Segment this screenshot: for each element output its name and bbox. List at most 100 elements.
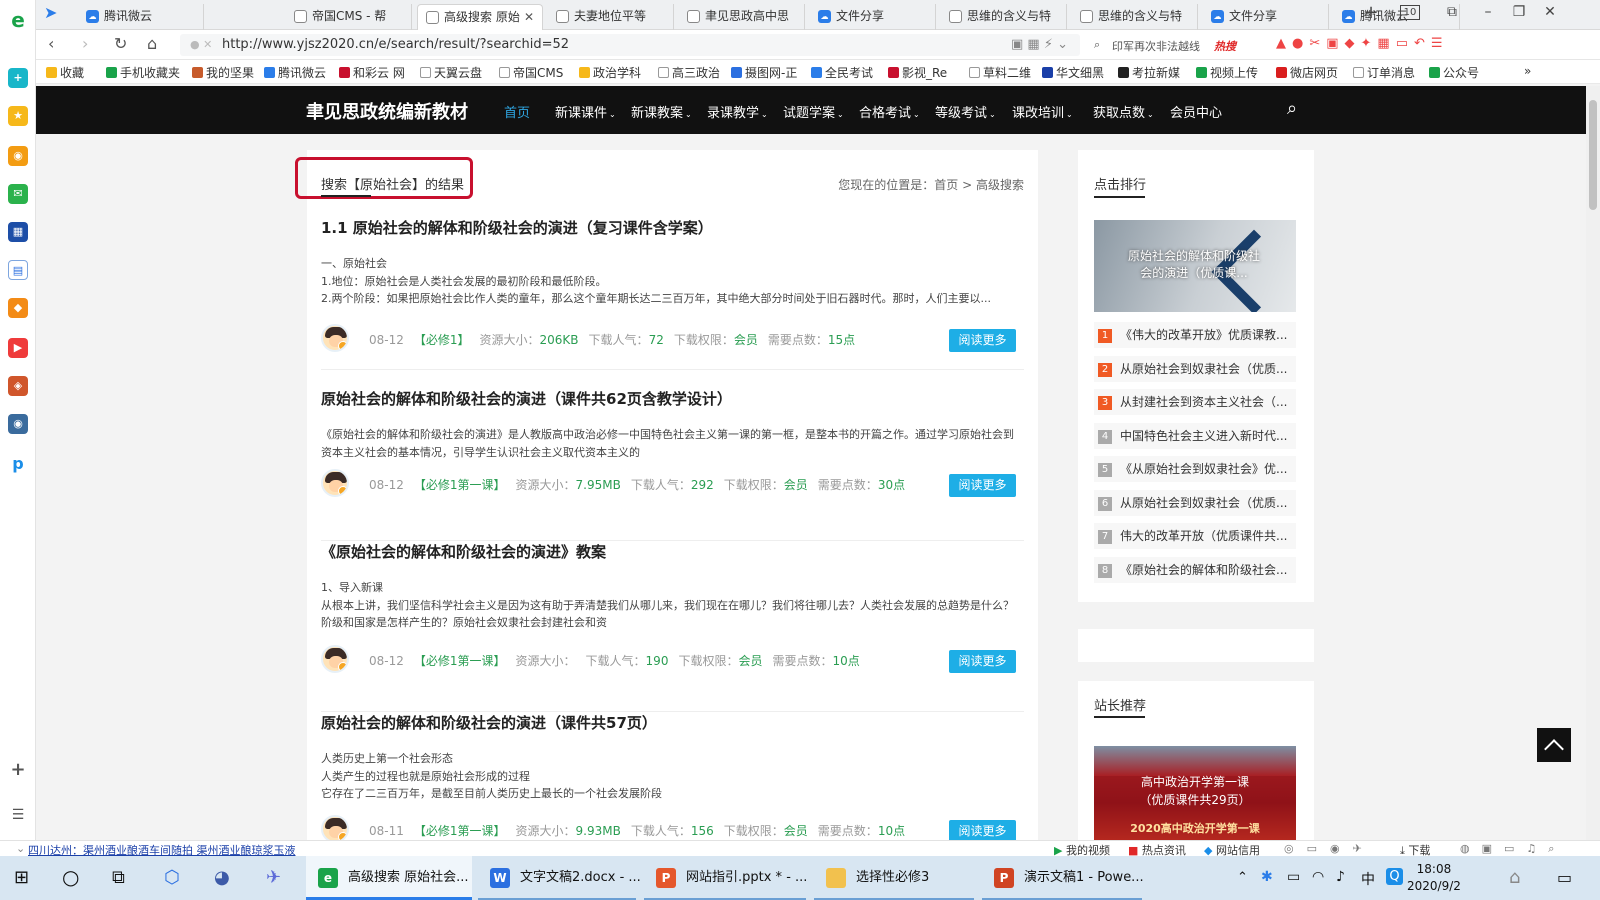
tray-bluetooth-icon[interactable]: ✱ [1261,869,1273,885]
notification-icon[interactable]: ▭ [1557,868,1572,887]
url-tools-icon[interactable]: ▣ ▦ ⚡ ⌄ [1011,34,1068,56]
breadcrumb-current[interactable]: 高级搜索 [976,178,1024,192]
recommend-thumbnail[interactable]: 高中政治开学第一课 （优质课件共29页） 2020高中政治开学第一课 [1094,746,1296,841]
back-icon[interactable]: ‹ [48,34,54,53]
back-to-top-button[interactable] [1537,728,1571,762]
taskbar-app-qq-icon[interactable]: ◕ [214,867,230,888]
rail-shop-icon[interactable]: ◆ [8,298,28,318]
rail-star-icon[interactable]: ★ [8,106,28,126]
rail-weibo-icon[interactable]: ◉ [8,146,28,166]
rank-item[interactable]: 3 从封建社会到资本主义社会（... [1094,389,1296,415]
bookmark-item[interactable]: 天翼云盘 [420,64,482,81]
status-tool-icons[interactable]: ◎▭◉✈ [1284,842,1375,855]
browser-tab[interactable]: 思维的含义与特 [1072,4,1198,30]
rail-news-icon[interactable]: ▦ [8,222,28,242]
browser-tab[interactable]: ☁ 腾讯微云 [78,4,204,30]
nav-item[interactable]: 首页 [504,102,530,121]
bookmark-item[interactable]: 收藏 [46,64,84,81]
tab-count-badge[interactable]: 10 [1400,5,1420,20]
home-icon[interactable]: ⌂ [147,34,157,53]
tray-expand-icon[interactable]: ⌃ [1237,870,1248,885]
tray-wifi-icon[interactable]: ◠ [1312,869,1324,885]
bookmark-item[interactable]: 考拉新媒 [1118,64,1180,81]
tray-ime-label[interactable]: 中 [1361,869,1375,889]
result-tag[interactable]: 【必修1第一课】 [414,478,506,492]
rail-p-icon[interactable]: p [8,454,28,474]
rank-item[interactable]: 7 伟大的改革开放（优质课件共... [1094,523,1296,549]
ticker-chevron-icon[interactable]: ⌄ [16,842,25,855]
taskbar-clock[interactable]: 18:08 2020/9/2 [1407,861,1461,895]
result-title[interactable]: 原始社会的解体和阶级社会的演进（课件共57页） [321,712,657,733]
url-field[interactable]: ● ✕ http://www.yjsz2020.cn/e/search/resu… [180,34,1080,56]
result-title[interactable]: 原始社会的解体和阶级社会的演进（课件共62页含教学设计） [321,388,732,409]
bookmark-item[interactable]: 微店网页 [1276,64,1338,81]
result-title[interactable]: 《原始社会的解体和阶级社会的演进》教案 [321,541,606,562]
rail-mail-icon[interactable]: ✉ [8,184,28,204]
bookmark-item[interactable]: 我的坚果 [192,64,254,81]
windows-start-icon[interactable]: ⊞ [14,867,29,888]
browser-tab[interactable]: 帝国CMS - 帮 [286,4,412,30]
reload-icon[interactable]: ↻ [114,34,127,53]
extensions-icons[interactable]: ▲●✂▣◆✦▦▭↶☰ [1276,36,1449,51]
bookmark-item[interactable]: 高三政治 [658,64,720,81]
result-tag[interactable]: 【必修1第一课】 [414,824,506,838]
tray-volume-icon[interactable]: ♪ [1336,869,1345,885]
result-tag[interactable]: 【必修1第一课】 [414,654,506,668]
taskbar-app[interactable]: P 网站指引.pptx * - ... [644,856,807,900]
read-more-button[interactable]: 阅读更多 [949,650,1016,673]
bookmark-item[interactable]: 华文细黑 [1042,64,1104,81]
bookmark-item[interactable]: 政治学科 [579,64,641,81]
author-avatar[interactable] [321,324,349,352]
close-window-icon[interactable]: ✕ [1536,4,1564,20]
bookmark-item[interactable]: 视频上传 [1196,64,1258,81]
browser-logo-icon[interactable]: e [8,10,28,30]
rail-add-icon[interactable]: + [8,68,28,88]
close-tab-icon[interactable]: ✕ [524,5,534,29]
browser-tab[interactable]: ☁ 文件分享 [810,4,936,30]
site-search-icon[interactable]: ⌕ [1287,98,1297,119]
taskbar-app[interactable]: e 高级搜索 原始社会... [306,856,472,900]
nav-item[interactable]: 录课教学 ⌄ [707,102,768,121]
browser-tab[interactable]: 聿见思政高中思 [679,4,805,30]
breadcrumb-home[interactable]: 首页 [934,178,958,192]
rail-doc-icon[interactable]: ▤ [8,260,28,280]
bookmark-item[interactable]: 草料二维 [969,64,1031,81]
bookmark-item[interactable]: 和彩云 网 [339,64,405,81]
minimize-icon[interactable]: – [1474,4,1502,20]
rail-menu-icon[interactable]: ☰ [8,805,28,825]
rank-item[interactable]: 8 《原始社会的解体和阶级社会... [1094,556,1296,583]
browser-tab[interactable]: 思维的含义与特 [941,4,1067,30]
tray-logo-icon[interactable]: ⌂ [1509,867,1520,888]
rank-thumbnail[interactable]: 原始社会的解体和阶级社会的演进（优质课... [1094,220,1296,312]
scrollbar-thumb[interactable] [1589,100,1597,210]
bookmark-item[interactable]: 摄图网-正 [731,64,797,81]
rank-item[interactable]: 4 中国特色社会主义进入新时代... [1094,422,1296,449]
taskbar-app[interactable]: P 演示文稿1 - Powe... [982,856,1144,900]
rail-video-icon[interactable]: ▶ [8,338,28,358]
rank-item[interactable]: 5 《从原始社会到奴隶社会》优... [1094,456,1296,482]
taskbar-app-network-icon[interactable]: ⬡ [164,867,180,888]
nav-item[interactable]: 获取点数 ⌄ [1093,102,1154,121]
nav-item[interactable]: 课改培训 ⌄ [1012,102,1073,121]
bookmark-item[interactable]: 全民考试 [811,64,873,81]
rank-item[interactable]: 1 《伟大的改革开放》优质课教... [1094,322,1296,348]
window-pin-icon[interactable]: ⧉ [1438,4,1466,20]
rail-game2-icon[interactable]: ◉ [8,414,28,434]
more-bookmarks-icon[interactable]: » [1524,64,1531,78]
result-title[interactable]: 1.1 原始社会的解体和阶级社会的演进（复习课件含学案） [321,217,713,238]
author-avatar[interactable] [321,815,349,843]
promo-link[interactable]: 印军再次非法越线 [1112,38,1200,54]
taskbar-app[interactable]: 选择性必修3 [814,856,974,900]
task-view-icon[interactable]: ⧉ [112,867,125,888]
nav-item[interactable]: 会员中心 [1170,102,1222,121]
hot-search-link[interactable]: 热搜 [1214,38,1236,54]
security-icon[interactable]: ● ✕ [190,34,212,56]
author-avatar[interactable] [321,645,349,673]
tab-back-icon[interactable]: ➤ [44,3,57,22]
nav-item[interactable]: 新课教案 ⌄ [631,102,692,121]
nav-item[interactable]: 试题学案 ⌄ [783,102,844,121]
bookmark-item[interactable]: 腾讯微云 [264,64,326,81]
bookmark-item[interactable]: 手机收藏夹 [106,64,180,81]
rail-plus-icon[interactable]: + [8,760,28,780]
browser-tab[interactable]: ☁ 文件分享 [1203,4,1329,30]
